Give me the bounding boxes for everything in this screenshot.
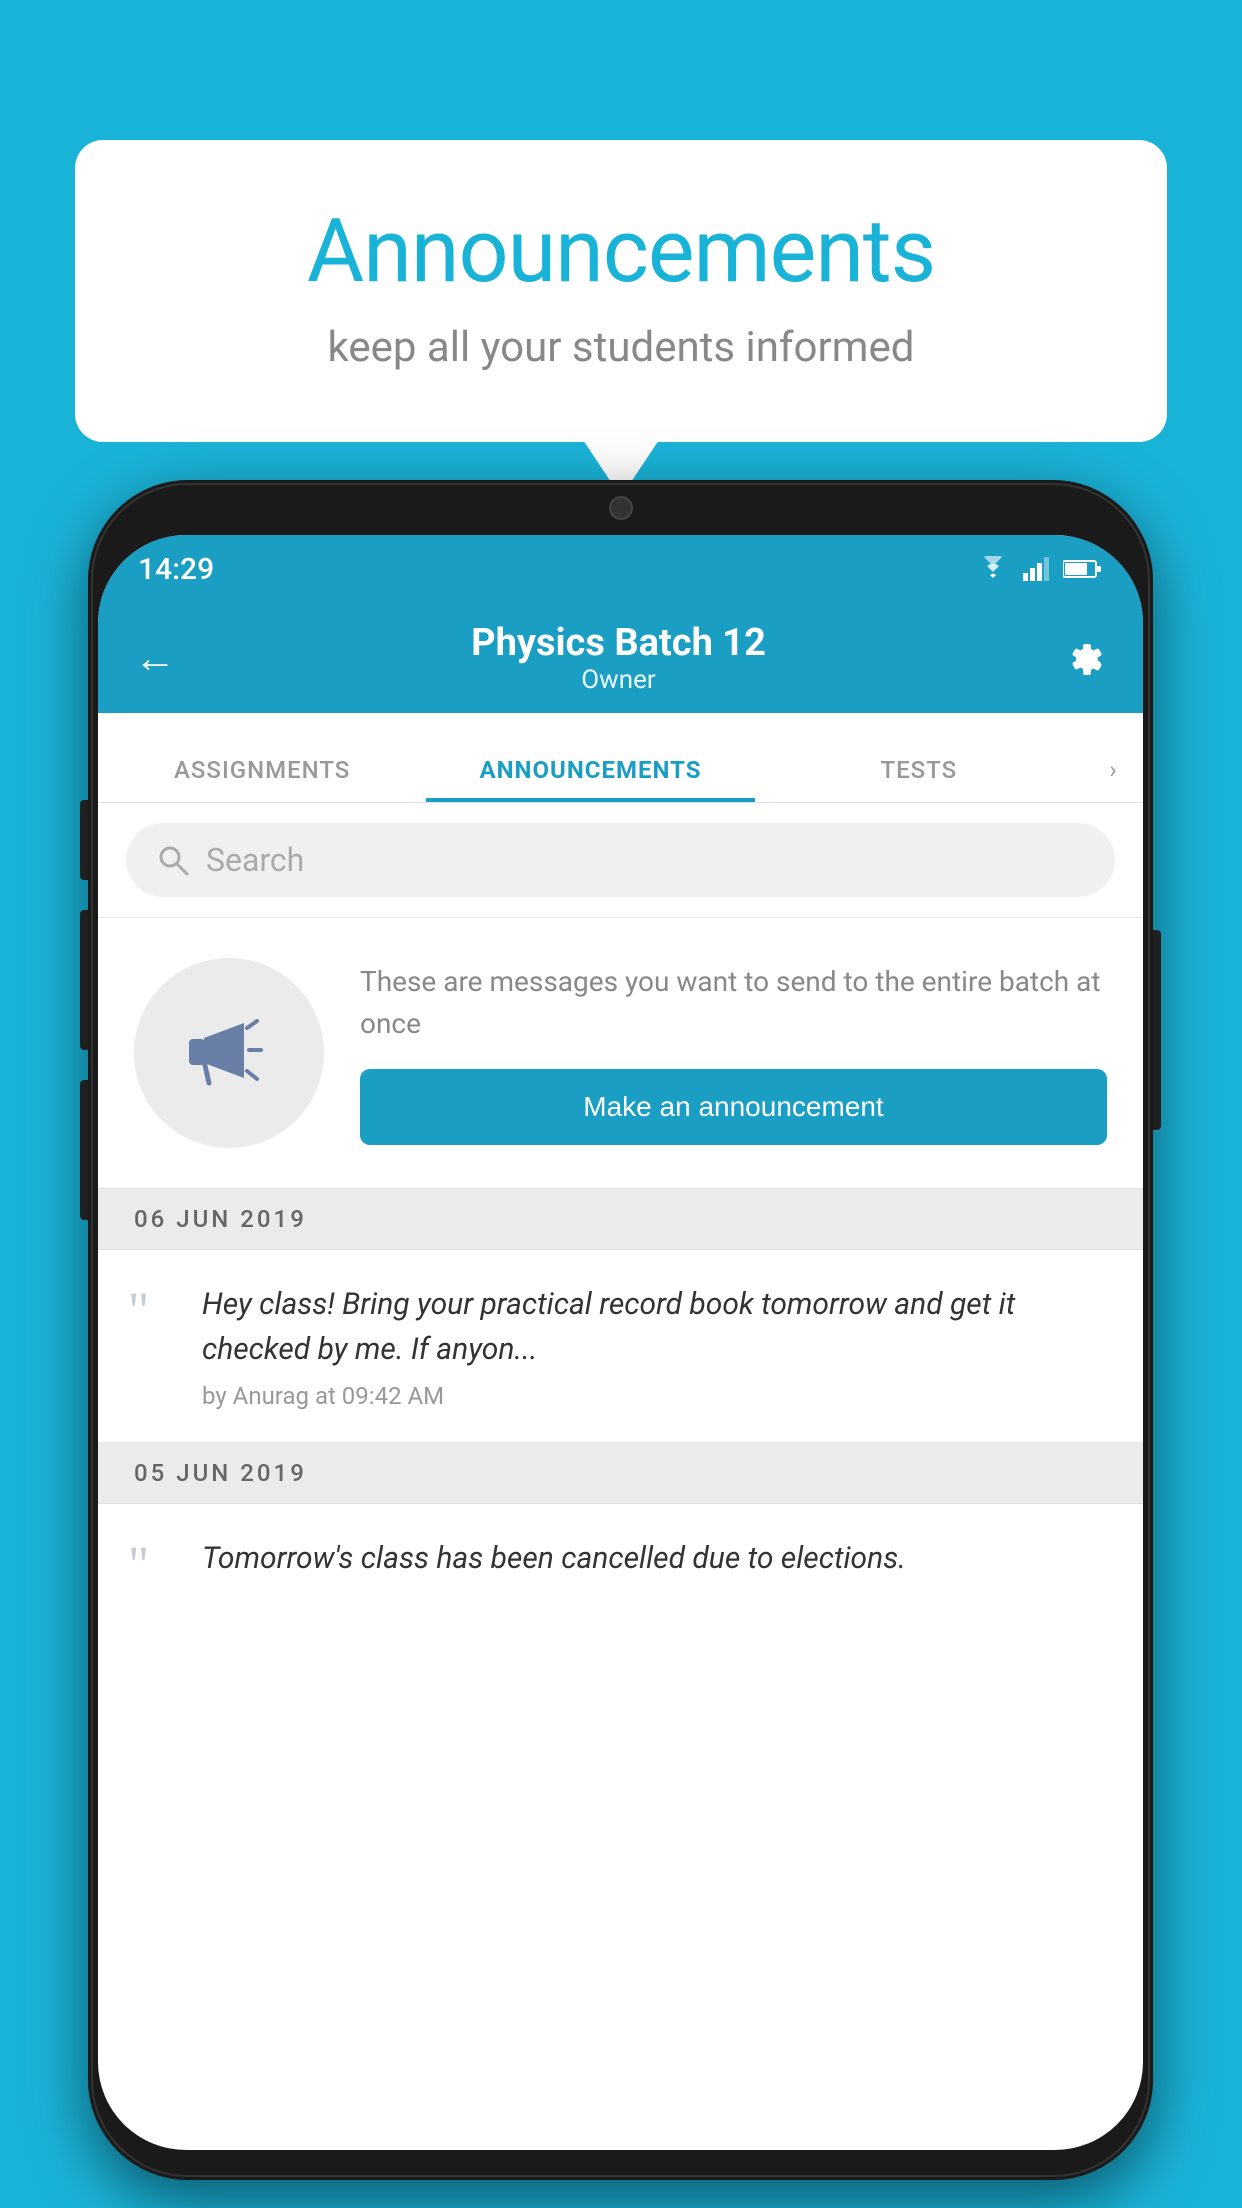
quote-icon-2: "	[128, 1540, 178, 1592]
search-placeholder: Search	[206, 841, 304, 879]
speech-bubble: Announcements keep all your students inf…	[75, 140, 1167, 442]
announcement-item-1: " Hey class! Bring your practical record…	[98, 1250, 1143, 1443]
wifi-icon	[975, 556, 1011, 582]
speech-bubble-title: Announcements	[155, 200, 1087, 303]
battery-icon	[1063, 558, 1103, 580]
announcement-content-1: Hey class! Bring your practical record b…	[202, 1282, 1107, 1410]
phone-screen: 14:29	[98, 535, 1143, 2150]
announcement-icon-circle	[134, 958, 324, 1148]
phone-container: 14:29	[88, 480, 1153, 2180]
announcement-right: These are messages you want to send to t…	[360, 961, 1107, 1145]
announcement-text-1: Hey class! Bring your practical record b…	[202, 1282, 1107, 1372]
speech-bubble-subtitle: keep all your students informed	[155, 323, 1087, 372]
header-center: Physics Batch 12 Owner	[471, 621, 766, 695]
app-header: ← Physics Batch 12 Owner	[98, 603, 1143, 713]
phone-body: 14:29	[88, 480, 1153, 2180]
status-icons	[975, 556, 1103, 582]
announcement-description: These are messages you want to send to t…	[360, 961, 1107, 1045]
settings-icon[interactable]	[1061, 635, 1107, 681]
announcement-empty-state: These are messages you want to send to t…	[98, 918, 1143, 1189]
announcement-item-2: " Tomorrow's class has been cancelled du…	[98, 1504, 1143, 1612]
announcement-content-2: Tomorrow's class has been cancelled due …	[202, 1536, 1107, 1591]
search-icon	[156, 843, 190, 877]
speech-bubble-container: Announcements keep all your students inf…	[75, 140, 1167, 442]
make-announcement-button[interactable]: Make an announcement	[360, 1069, 1107, 1145]
tab-tests[interactable]: TESTS	[755, 756, 1083, 802]
signal-icon	[1023, 557, 1051, 581]
announcement-meta-1: by Anurag at 09:42 AM	[202, 1382, 1107, 1410]
date-separator-1: 06 JUN 2019	[98, 1189, 1143, 1250]
tab-more[interactable]: ›	[1083, 756, 1143, 802]
status-time: 14:29	[138, 552, 214, 587]
front-camera	[609, 496, 633, 520]
back-button[interactable]: ←	[134, 634, 176, 683]
tab-announcements[interactable]: ANNOUNCEMENTS	[426, 756, 754, 802]
search-container: Search	[98, 803, 1143, 918]
search-bar[interactable]: Search	[126, 823, 1115, 897]
content-area: Search	[98, 803, 1143, 1612]
quote-icon-1: "	[128, 1286, 178, 1338]
phone-notch	[521, 480, 721, 535]
tabs-bar: ASSIGNMENTS ANNOUNCEMENTS TESTS ›	[98, 713, 1143, 803]
status-bar: 14:29	[98, 535, 1143, 603]
tab-assignments[interactable]: ASSIGNMENTS	[98, 756, 426, 802]
date-separator-2: 05 JUN 2019	[98, 1443, 1143, 1504]
announcement-text-2: Tomorrow's class has been cancelled due …	[202, 1536, 1107, 1581]
header-subtitle: Owner	[471, 665, 766, 695]
megaphone-icon	[179, 1003, 279, 1103]
header-title: Physics Batch 12	[471, 621, 766, 665]
